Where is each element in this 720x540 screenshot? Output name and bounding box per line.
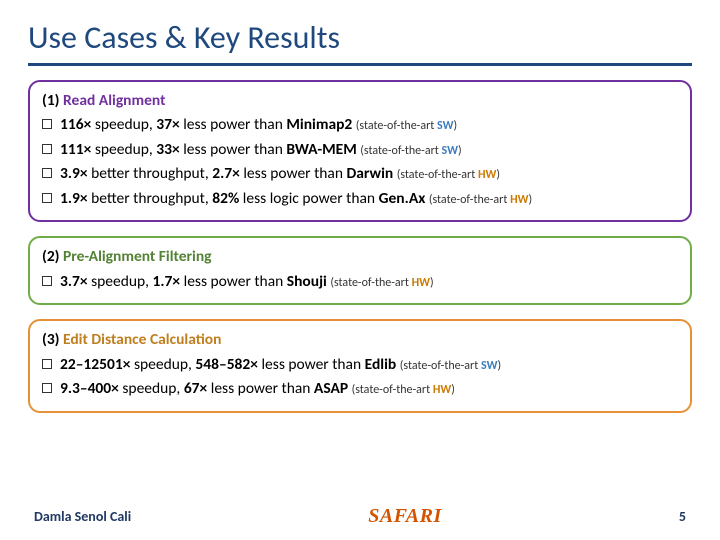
bullet-icon: [42, 383, 52, 393]
list-item: 1.9× better throughput, 82% less logic p…: [42, 188, 678, 210]
card-edit-distance: (3) Edit Distance Calculation 22–12501× …: [28, 319, 692, 412]
item-text: 9.3–400× speedup, 67× less power than AS…: [60, 378, 455, 400]
list-item: 111× speedup, 33× less power than BWA-ME…: [42, 139, 678, 161]
bullet-icon: [42, 144, 52, 154]
page-number: 5: [679, 508, 686, 525]
list-item: 3.9× better throughput, 2.7× less power …: [42, 163, 678, 185]
bullet-icon: [42, 168, 52, 178]
card-name: Read Alignment: [63, 91, 165, 110]
card-num: (1): [42, 91, 60, 110]
card-num: (2): [42, 247, 60, 266]
bullet-icon: [42, 193, 52, 203]
card-head: (1) Read Alignment: [42, 90, 678, 112]
footer: Damla Senol Cali SAFARI 5: [0, 505, 720, 528]
list-item: 22–12501× speedup, 548–582× less power t…: [42, 354, 678, 376]
bullet-icon: [42, 276, 52, 286]
card-head: (2) Pre-Alignment Filtering: [42, 246, 678, 268]
card-num: (3): [42, 330, 60, 349]
card-name: Pre-Alignment Filtering: [63, 247, 211, 266]
card-read-alignment: (1) Read Alignment 116× speedup, 37× les…: [28, 80, 692, 222]
page-title: Use Cases & Key Results: [28, 18, 692, 66]
card-pre-alignment: (2) Pre-Alignment Filtering 3.7× speedup…: [28, 236, 692, 305]
item-text: 22–12501× speedup, 548–582× less power t…: [60, 354, 501, 376]
list-item: 9.3–400× speedup, 67× less power than AS…: [42, 378, 678, 400]
card-head: (3) Edit Distance Calculation: [42, 329, 678, 351]
item-text: 1.9× better throughput, 82% less logic p…: [60, 188, 532, 210]
bullet-icon: [42, 359, 52, 369]
card-name: Edit Distance Calculation: [63, 330, 221, 349]
item-text: 116× speedup, 37× less power than Minima…: [60, 114, 457, 136]
item-text: 3.7× speedup, 1.7× less power than Shouj…: [60, 271, 434, 293]
item-text: 111× speedup, 33× less power than BWA-ME…: [60, 139, 462, 161]
logo: SAFARI: [368, 505, 441, 528]
bullet-icon: [42, 119, 52, 129]
list-item: 3.7× speedup, 1.7× less power than Shouj…: [42, 271, 678, 293]
item-text: 3.9× better throughput, 2.7× less power …: [60, 163, 500, 185]
author: Damla Senol Cali: [34, 508, 131, 525]
list-item: 116× speedup, 37× less power than Minima…: [42, 114, 678, 136]
